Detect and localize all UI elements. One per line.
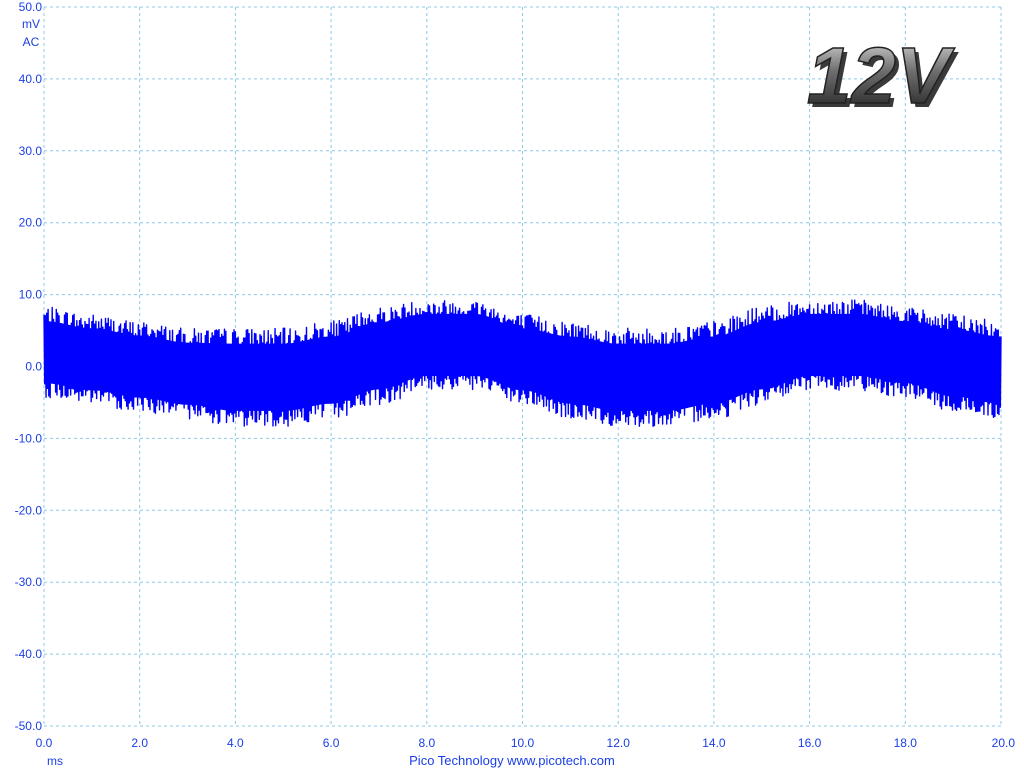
y-tick-label: -10.0 [15, 431, 43, 445]
y-tick-label: 20.0 [19, 216, 43, 230]
y-tick-label: -20.0 [15, 503, 43, 517]
y-tick-label: -40.0 [15, 647, 43, 661]
coupling-label: AC [23, 35, 40, 49]
y-tick-label: -30.0 [15, 575, 43, 589]
x-unit-label: ms [47, 754, 63, 768]
y-tick-label: 0.0 [25, 360, 42, 374]
voltage-badge-text: 12V [807, 31, 955, 120]
voltage-badge: 12V 12V [806, 30, 959, 124]
y-tick-label: -50.0 [15, 719, 43, 733]
y-axis-ticks: 50.0 40.0 30.0 20.0 10.0 0.0 -10.0 -20.0 -30.0 -4… [15, 0, 43, 733]
y-unit-label: mV [22, 17, 40, 31]
x-tick-label: 14.0 [702, 736, 726, 750]
x-tick-label: 20.0 [992, 736, 1016, 750]
y-tick-label: 40.0 [19, 72, 43, 86]
x-tick-label: 16.0 [798, 736, 822, 750]
oscilloscope-chart: 50.0 40.0 30.0 20.0 10.0 0.0 -10.0 -20.0 -30.0 -4… [15, 0, 1016, 768]
x-tick-label: 18.0 [894, 736, 918, 750]
x-tick-label: 10.0 [511, 736, 535, 750]
ripple-envelope [44, 313, 1001, 411]
brand-credit: Pico Technology www.picotech.com [409, 753, 615, 768]
y-tick-label: 30.0 [19, 144, 43, 158]
x-tick-label: 2.0 [131, 736, 148, 750]
x-tick-label: 4.0 [227, 736, 244, 750]
x-tick-label: 0.0 [36, 736, 53, 750]
x-tick-label: 8.0 [418, 736, 435, 750]
x-tick-label: 12.0 [607, 736, 631, 750]
x-axis-ticks: 0.0 2.0 4.0 6.0 8.0 10.0 12.0 14.0 16.0 18.0 20.0 [36, 736, 1016, 750]
x-tick-label: 6.0 [323, 736, 340, 750]
y-tick-label: 10.0 [19, 288, 43, 302]
y-tick-label: 50.0 [19, 0, 43, 14]
